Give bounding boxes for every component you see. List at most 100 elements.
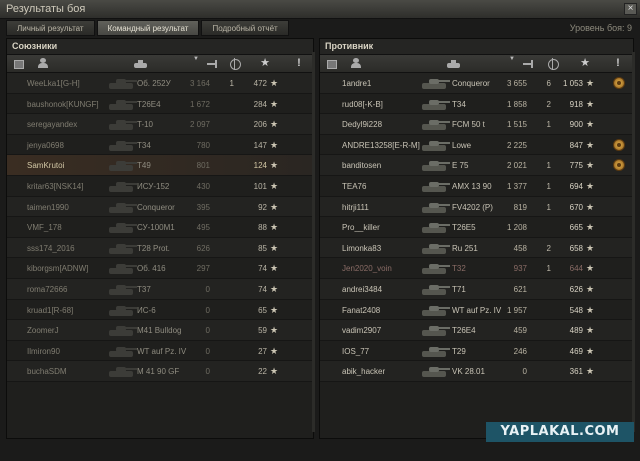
player-tank: T26E4 (137, 99, 161, 109)
exp-star-icon: ★ (270, 222, 279, 233)
tank-thumbnail (420, 220, 450, 235)
player-row[interactable]: Limonka83 Ru 251 458 2 658 ★ (320, 237, 633, 259)
player-row[interactable]: Jen2020_voin T32 937 1 644 ★ (320, 258, 633, 279)
player-row[interactable]: vadim2907 T26E4 459 489 ★ (320, 320, 633, 341)
player-row[interactable]: abik_hacker VK 28.01 0 361 ★ (320, 361, 633, 382)
sort-arrow-icon[interactable]: ▼ (190, 56, 202, 62)
person-icon[interactable] (37, 58, 49, 69)
player-dmg: 0 (205, 367, 210, 377)
player-row[interactable]: kritar63[NSK14] ИСУ-152 430 101 ★ (7, 176, 313, 197)
exp-star-icon: ★ (270, 180, 279, 191)
player-row[interactable]: Dedyl9i228 FCM 50 t 1 515 1 900 ★ (320, 114, 633, 135)
tank-thumbnail (107, 220, 137, 235)
person-icon[interactable] (350, 58, 362, 69)
exp-star-icon: ★ (586, 325, 595, 336)
player-exp: 147 (253, 140, 267, 150)
player-dmg: 1 957 (506, 305, 527, 315)
allies-scrollbar[interactable] (312, 52, 315, 432)
exp-star-icon: ★ (270, 304, 279, 315)
player-row[interactable]: seregayandex T-10 2 097 206 ★ (7, 114, 313, 135)
tank-thumbnail (420, 179, 450, 194)
player-row[interactable]: 1andre1 Conqueror 3 655 6 1 053 ★ (320, 73, 633, 94)
tank-thumbnail (420, 282, 450, 297)
tank-icon[interactable] (447, 58, 460, 69)
player-player: 1andre1 (342, 79, 372, 88)
watermark-logo: YAPLAKAL.COM (486, 422, 634, 442)
player-row[interactable]: Pro__killer T26E5 1 208 665 ★ (320, 217, 633, 238)
damage-arrow-icon[interactable] (523, 58, 535, 69)
player-tank: T34 (137, 140, 151, 150)
player-exp: 92 (258, 202, 267, 212)
player-row[interactable]: Ilmiron90 WT auf Pz. IV 0 27 ★ (7, 341, 313, 362)
exp-star-icon: ★ (270, 139, 279, 150)
square-icon[interactable] (14, 60, 24, 69)
tank-thumbnail (107, 200, 137, 215)
player-row[interactable]: buchaSDM M 41 90 GF 0 22 ★ (7, 361, 313, 382)
tab-detailed-report[interactable]: Подробный отчёт (201, 20, 289, 36)
player-row[interactable]: WeeLka1[G-H] Об. 252У 3 164 1 472 ★ (7, 73, 313, 94)
player-player: Limonka83 (342, 243, 382, 253)
player-row[interactable]: SamKrutoi T49 801 124 ★ (7, 155, 313, 176)
player-row[interactable]: taimen1990 Conqueror 395 92 ★ (7, 196, 313, 218)
player-row[interactable]: baushonok[KUNGF] T26E4 1 672 284 ★ (7, 94, 313, 115)
player-row[interactable]: TEA76 AMX 13 90 1 377 1 694 ★ (320, 176, 633, 197)
player-player: sss174_2016 (27, 243, 75, 253)
tank-thumbnail (107, 282, 137, 297)
close-button[interactable]: × (624, 3, 637, 15)
enemies-panel: Противник ▼ ★ ! 1andre1 Conqueror 3 655 6 1 … (319, 38, 634, 439)
player-player: taimen1990 (27, 202, 69, 212)
damage-arrow-icon[interactable] (207, 58, 219, 69)
tank-thumbnail (420, 97, 450, 112)
player-dmg: 0 (205, 305, 210, 315)
tank-icon[interactable] (134, 58, 147, 69)
player-player: hitrji111 (342, 202, 369, 212)
tank-thumbnail (420, 261, 450, 276)
player-row[interactable]: roma72666 T37 0 74 ★ (7, 278, 313, 300)
star-icon[interactable]: ★ (579, 58, 591, 69)
player-exp: 1 053 (562, 79, 583, 88)
player-dmg: 0 (522, 367, 527, 377)
exp-star-icon: ★ (270, 98, 279, 109)
player-row[interactable]: ZoomerJ M41 Bulldog 0 59 ★ (7, 320, 313, 341)
player-tank: AMX 13 90 (452, 181, 492, 191)
player-player: kruad1[R-68] (27, 305, 74, 315)
medal-icon (613, 138, 625, 151)
player-row[interactable]: ANDRE13258[E-R-M] Lowe 2 225 847 ★ (320, 135, 633, 156)
player-row[interactable]: rud08[-K-B] T34 1 858 2 918 ★ (320, 94, 633, 115)
crosshair-icon[interactable] (229, 58, 241, 70)
player-dmg: 1 377 (506, 181, 527, 191)
medal-icon (613, 77, 625, 89)
exp-star-icon: ★ (586, 242, 595, 253)
player-row[interactable]: VMF_178 СУ-100М1 495 88 ★ (7, 217, 313, 238)
player-row[interactable]: hitrji111 FV4202 (P) 819 1 670 ★ (320, 196, 633, 218)
tank-thumbnail (420, 241, 450, 256)
player-player: VMF_178 (27, 223, 62, 233)
player-row[interactable]: Fanat2408 WT auf Pz. IV 1 957 548 ★ (320, 300, 633, 321)
player-row[interactable]: kiborgsm[ADNW] Об. 416 297 74 ★ (7, 258, 313, 279)
player-row[interactable]: banditosen E 75 2 021 1 775 ★ (320, 155, 633, 176)
player-row[interactable]: andrei3484 T71 621 626 ★ (320, 278, 633, 300)
enemies-scrollbar[interactable] (632, 52, 635, 432)
player-tank: T28 Prot. (137, 243, 170, 253)
tank-thumbnail (107, 323, 137, 338)
player-tank: Об. 252У (137, 79, 171, 88)
exp-star-icon: ★ (270, 160, 279, 171)
player-kills: 1 (546, 161, 551, 171)
exp-star-icon: ★ (270, 263, 279, 274)
square-icon[interactable] (327, 60, 337, 69)
player-row[interactable]: kruad1[R-68] ИС-6 0 65 ★ (7, 300, 313, 321)
tab-personal-result[interactable]: Личный результат (6, 20, 95, 36)
exclamation-icon[interactable]: ! (612, 58, 624, 69)
player-row[interactable]: jenya0698 T34 780 147 ★ (7, 135, 313, 156)
player-player: kritar63[NSK14] (27, 181, 84, 191)
exclamation-icon[interactable]: ! (293, 58, 305, 69)
player-row[interactable]: IOS_77 T29 246 469 ★ (320, 341, 633, 362)
tank-thumbnail (107, 117, 137, 132)
crosshair-icon[interactable] (547, 58, 559, 70)
star-icon[interactable]: ★ (259, 58, 271, 69)
sort-arrow-icon[interactable]: ▼ (506, 56, 518, 62)
tank-thumbnail (420, 200, 450, 215)
player-row[interactable]: sss174_2016 T28 Prot. 626 85 ★ (7, 237, 313, 259)
tab-team-result[interactable]: Командный результат (96, 20, 200, 36)
player-dmg: 246 (513, 346, 527, 356)
